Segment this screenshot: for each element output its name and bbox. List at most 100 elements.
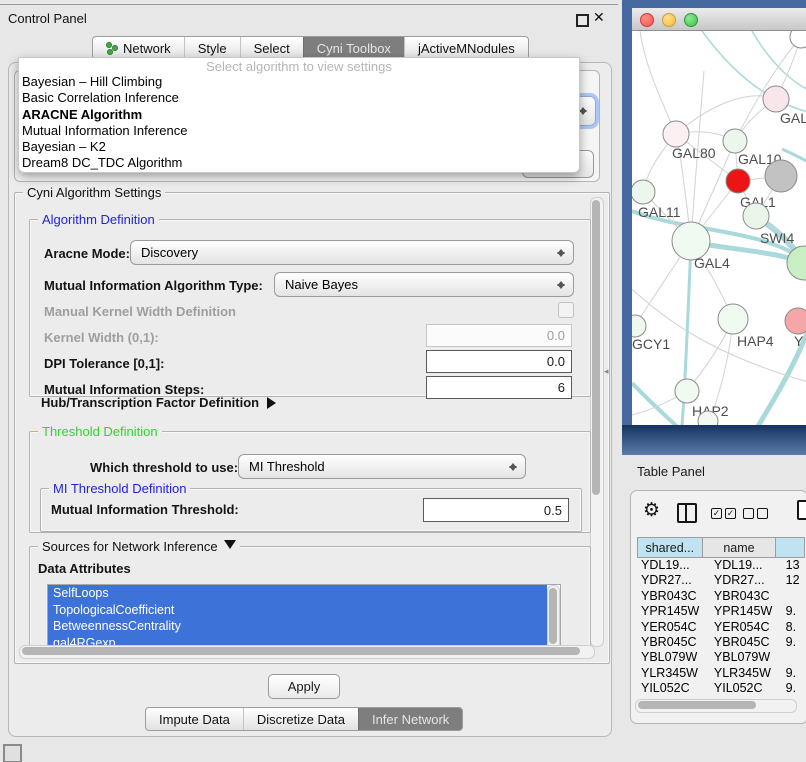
network-node-hap4[interactable] [718, 304, 748, 334]
table-row[interactable]: YBL079WYBL079W [637, 650, 805, 665]
column-header[interactable] [776, 538, 804, 557]
algorithm-option[interactable]: Bayesian – Hill Climbing [19, 74, 579, 90]
close-icon[interactable]: ✕ [593, 9, 605, 26]
table-row[interactable]: YDR27...YDR27...12 [637, 573, 805, 588]
network-frame-bottom [622, 425, 806, 455]
split-pane-collapse-icon[interactable]: ◂ [604, 366, 609, 377]
tab-impute-data[interactable]: Impute Data [146, 708, 243, 730]
float-window-icon[interactable] [576, 14, 589, 27]
algorithm-dropdown-placeholder: Select algorithm to view settings [19, 58, 579, 74]
table-cell: YBL079W [702, 650, 777, 665]
mi-threshold-field[interactable]: 0.5 [423, 498, 569, 522]
network-node-gal[interactable] [763, 86, 789, 112]
tab-network[interactable]: Network [93, 37, 184, 59]
network-icon [106, 42, 118, 54]
network-node-gal11[interactable] [632, 180, 655, 204]
data-attribute-item[interactable]: BetweennessCentrality [48, 618, 547, 635]
apply-button[interactable]: Apply [268, 674, 340, 699]
expand-right-icon [267, 397, 282, 409]
tab-cyni-toolbox[interactable]: Cyni Toolbox [303, 37, 404, 59]
new-table-icon[interactable] [797, 500, 806, 520]
table-cell: YBR043C [702, 589, 777, 604]
algorithm-option[interactable]: Basic Correlation Inference [19, 90, 579, 106]
tab-label: Cyni Toolbox [317, 41, 391, 56]
data-attribute-item[interactable]: TopologicalCoefficient [48, 602, 547, 619]
data-attributes-list[interactable]: SelfLoopsTopologicalCoefficientBetweenne… [47, 584, 561, 652]
dpi-tolerance-field[interactable]: 0.0 [426, 350, 572, 373]
network-node[interactable] [790, 31, 806, 48]
network-node[interactable] [765, 160, 797, 192]
network-node-gal80[interactable] [663, 121, 689, 147]
table-cell: 13 [777, 558, 805, 573]
network-node-gal1[interactable] [726, 169, 750, 193]
network-node-label: HAP4 [737, 333, 774, 349]
unchecked-checkbox-icon[interactable] [757, 508, 768, 519]
table-horizontal-scrollbar-thumb[interactable] [638, 701, 756, 709]
network-graph[interactable]: GALGAL80GAL10GAL1GAL11SWI4GAL4GCY1HAP4YH… [632, 31, 806, 425]
algorithm-definition-group: Algorithm Definition Aracne Mode: Discov… [29, 219, 591, 397]
kernel-width-field[interactable]: 0.0 [426, 324, 572, 347]
column-header[interactable]: shared... [638, 538, 703, 557]
tab-select[interactable]: Select [240, 37, 303, 59]
algorithm-option[interactable]: Mutual Information Inference [19, 123, 579, 139]
settings-horizontal-scrollbar-thumb[interactable] [22, 647, 580, 655]
table-row[interactable]: YER054CYER054C8. [637, 620, 805, 635]
zoom-traffic-light-icon[interactable] [684, 13, 698, 27]
tab-style[interactable]: Style [184, 37, 240, 59]
attributes-list-scrollbar[interactable] [547, 585, 560, 650]
table-row[interactable]: YDL19...YDL19...13 [637, 558, 805, 573]
mi-steps-field[interactable]: 6 [426, 376, 572, 399]
algorithm-dropdown-list: Bayesian – Hill ClimbingBasic Correlatio… [19, 74, 579, 172]
hub-transcription-factor-section[interactable]: Hub/Transcription Factor Definition [41, 395, 282, 410]
aracne-mode-combo[interactable]: Discovery [130, 240, 574, 265]
manual-kernel-width-checkbox[interactable] [558, 302, 574, 318]
table-cell: YIL052C [702, 681, 777, 696]
minimize-traffic-light-icon[interactable] [662, 13, 676, 27]
network-edge [676, 96, 776, 134]
data-attribute-item[interactable]: SelfLoops [48, 585, 547, 602]
control-panel-title: Control Panel [8, 11, 87, 26]
dock-panel-button[interactable] [3, 744, 22, 762]
settings-horizontal-scrollbar[interactable] [19, 645, 595, 659]
close-traffic-light-icon[interactable] [640, 13, 654, 27]
algorithm-option[interactable]: Bayesian – K2 [19, 139, 579, 155]
algorithm-option[interactable]: Dream8 DC_TDC Algorithm [19, 155, 579, 171]
table-row[interactable]: YIL052CYIL052C9. [637, 681, 805, 696]
tab-jactivemnodules[interactable]: jActiveMNodules [404, 37, 528, 59]
network-node-gcy1[interactable] [632, 315, 646, 337]
checked-checkbox-icon[interactable]: ✓ [711, 508, 722, 519]
which-threshold-combo[interactable]: MI Threshold [238, 454, 526, 479]
mi-threshold-label: Mutual Information Threshold: [51, 502, 239, 517]
checked-checkbox-icon[interactable]: ✓ [725, 508, 736, 519]
table-row[interactable]: YPR145WYPR145W9. [637, 604, 805, 619]
column-header[interactable]: name [703, 538, 777, 557]
network-node-hap2[interactable] [675, 379, 699, 403]
gear-icon[interactable]: ⚙ [643, 499, 660, 522]
network-view-window[interactable]: GALGAL80GAL10GAL1GAL11SWI4GAL4GCY1HAP4YH… [632, 8, 806, 425]
unchecked-checkbox-icon[interactable] [743, 508, 754, 519]
table-row[interactable]: YBR045CYBR045C9. [637, 635, 805, 650]
network-node-gal10[interactable] [723, 129, 747, 153]
table-row[interactable]: YBR043CYBR043C [637, 589, 805, 604]
tab-discretize-data[interactable]: Discretize Data [243, 708, 358, 730]
table-horizontal-scrollbar[interactable] [635, 699, 797, 713]
attributes-list-scrollbar-thumb[interactable] [549, 588, 557, 644]
mi-threshold-definition-title: MI Threshold Definition [49, 481, 190, 496]
settings-vertical-scrollbar[interactable] [590, 197, 604, 647]
settings-vertical-scrollbar-thumb[interactable] [592, 200, 600, 495]
table-row[interactable]: YLR345WYLR345W9. [637, 666, 805, 681]
column-browser-icon[interactable] [677, 503, 697, 523]
mi-algorithm-type-combo[interactable]: Naive Bayes [274, 272, 574, 297]
network-node-swi4[interactable] [743, 203, 769, 229]
table-cell: 9. [777, 666, 805, 681]
collapse-down-icon[interactable] [224, 540, 236, 555]
table-cell: YLR345W [702, 666, 777, 681]
network-node-label: GAL4 [694, 255, 730, 271]
manual-kernel-width-label: Manual Kernel Width Definition [44, 304, 236, 319]
network-node-label: GCY1 [632, 336, 670, 352]
algorithm-option[interactable]: ARACNE Algorithm [19, 107, 579, 123]
threshold-definition-title: Threshold Definition [38, 424, 162, 439]
network-node-y[interactable] [785, 308, 806, 334]
tab-infer-network[interactable]: Infer Network [358, 708, 462, 730]
mi-algorithm-type-value: Naive Bayes [285, 277, 358, 292]
